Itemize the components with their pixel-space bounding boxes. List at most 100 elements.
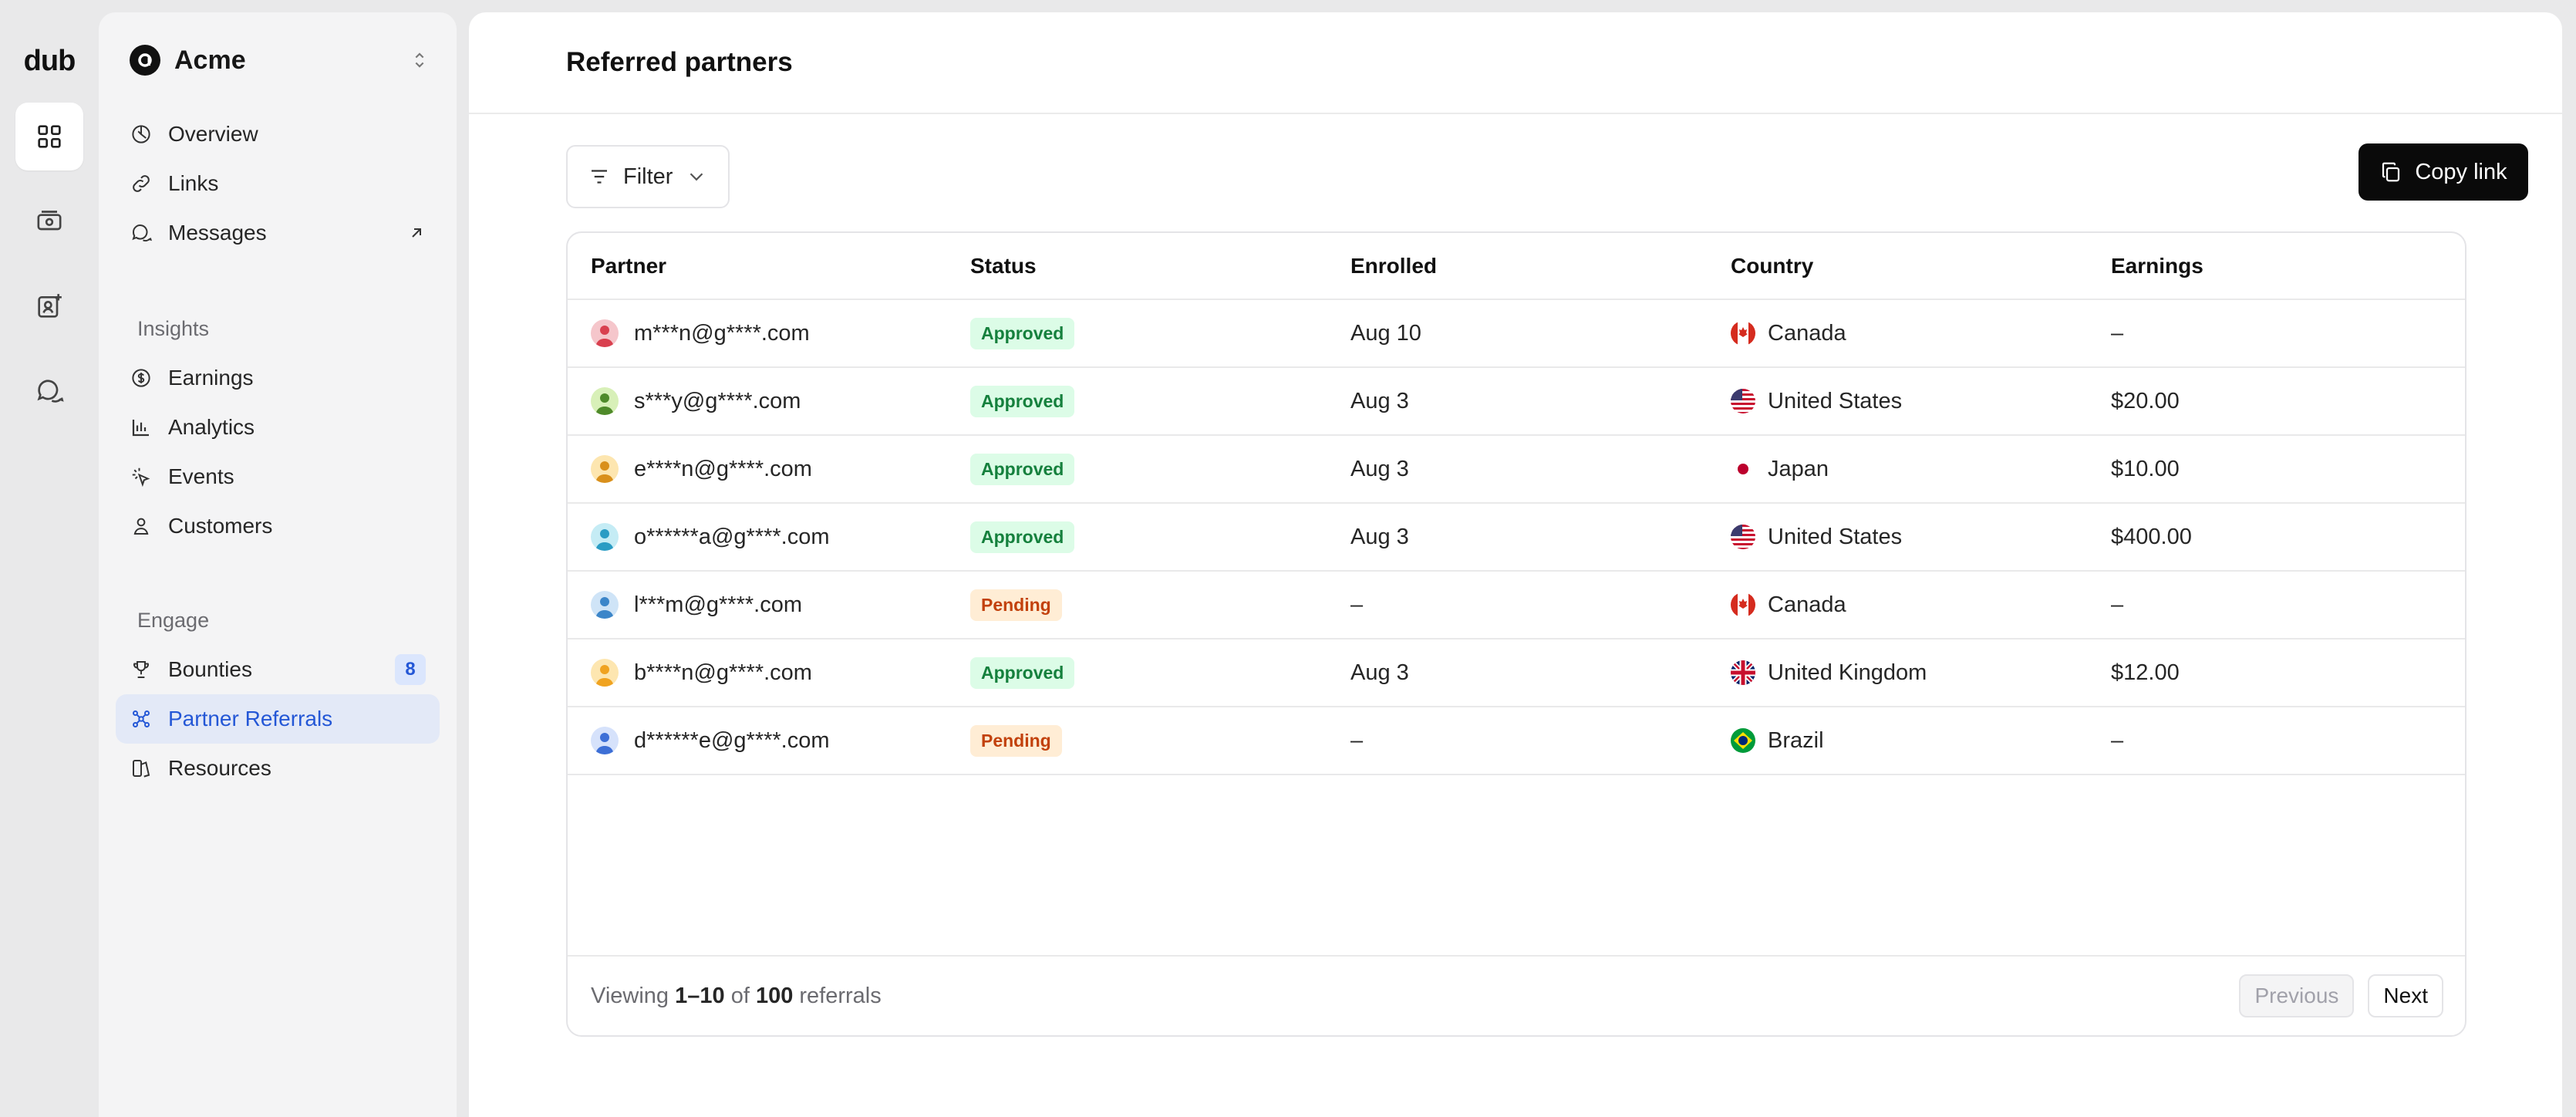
country-cell: United Kingdom [1708, 639, 2088, 707]
referrals-table-card: Partner Status Enrolled Country Earnings… [566, 231, 2466, 1037]
filter-button[interactable]: Filter [566, 145, 730, 208]
sidebar-item-bounties[interactable]: Bounties 8 [116, 645, 440, 694]
avatar [591, 523, 619, 551]
page-title: Referred partners [566, 47, 793, 77]
sidebar-engage-section: Engage Bounties 8 Partner Referrals Reso… [116, 596, 440, 793]
enrolled-cell: Aug 10 [1327, 299, 1708, 368]
network-icon [130, 707, 153, 731]
rail-money-button[interactable] [15, 187, 83, 255]
country-name: Canada [1768, 592, 1846, 617]
status-cell: Pending [947, 571, 1327, 639]
workspace-switcher[interactable]: Acme [130, 45, 430, 76]
chevron-up-down-icon [415, 52, 424, 68]
jp-flag-icon [1731, 457, 1755, 481]
previous-button[interactable]: Previous [2239, 974, 2355, 1017]
sidebar-insights-section: Insights Earnings Analytics Events Custo… [116, 304, 440, 551]
partner-email[interactable]: l***m@g****.com [634, 592, 802, 618]
copy-icon [2382, 162, 2400, 182]
sidebar-item-analytics[interactable]: Analytics [116, 403, 440, 452]
column-header-country[interactable]: Country [1708, 233, 2088, 300]
column-header-enrolled[interactable]: Enrolled [1327, 233, 1708, 300]
partner-cell: m***n@g****.com [568, 299, 947, 368]
enrolled-cell: Aug 3 [1327, 367, 1708, 436]
main-panel: Referred partners Filter Copy link Partn… [469, 12, 2562, 1117]
us-flag-icon [1731, 525, 1755, 549]
table-row[interactable]: l***m@g****.com Pending – Canada – [568, 571, 2465, 639]
earnings-cell: – [2088, 707, 2465, 775]
partner-cell: l***m@g****.com [568, 571, 947, 639]
avatar [591, 659, 619, 687]
partner-email[interactable]: o******a@g****.com [634, 525, 830, 550]
sidebar-item-label: Bounties [168, 657, 252, 681]
next-button[interactable]: Next [2368, 974, 2443, 1017]
sidebar-item-messages[interactable]: Messages [116, 208, 440, 258]
earnings-cell: – [2088, 299, 2465, 368]
chat-icon [37, 380, 64, 403]
referrals-table: Partner Status Enrolled Country Earnings… [568, 233, 2465, 775]
copy-link-button[interactable]: Copy link [2359, 143, 2528, 201]
status-cell: Approved [947, 503, 1327, 572]
country-cell: Brazil [1708, 707, 2088, 775]
earnings-cell: – [2088, 571, 2465, 639]
country-cell: Canada [1708, 571, 2088, 639]
status-badge: Approved [970, 385, 1075, 417]
status-badge: Approved [970, 317, 1075, 349]
table-row[interactable]: o******a@g****.com Approved Aug 3 United… [568, 503, 2465, 572]
sidebar-item-overview[interactable]: Overview [116, 110, 440, 159]
link-icon [130, 172, 153, 195]
avatar [591, 319, 619, 347]
country-cell: United States [1708, 367, 2088, 436]
rail-chat-button[interactable] [15, 357, 83, 425]
country-name: United States [1768, 388, 1903, 413]
sidebar-item-label: Events [168, 464, 234, 488]
pagination: Previous Next [2239, 974, 2443, 1017]
sidebar-item-partner-referrals[interactable]: Partner Referrals [116, 694, 440, 744]
viewing-range: 1–10 [675, 983, 725, 1008]
table-row[interactable]: s***y@g****.com Approved Aug 3 United St… [568, 367, 2465, 436]
partner-email[interactable]: e****n@g****.com [634, 457, 812, 482]
partner-email[interactable]: s***y@g****.com [634, 389, 801, 414]
sidebar-item-customers[interactable]: Customers [116, 501, 440, 551]
grid-icon [38, 125, 61, 148]
rail-user-plus-button[interactable] [15, 272, 83, 340]
status-cell: Approved [947, 639, 1327, 707]
column-header-earnings[interactable]: Earnings [2088, 233, 2465, 300]
table-row[interactable]: m***n@g****.com Approved Aug 10 Canada – [568, 299, 2465, 368]
resources-icon [130, 757, 153, 780]
sidebar-item-events[interactable]: Events [116, 452, 440, 501]
cursor-click-icon [130, 465, 153, 488]
enrolled-cell: Aug 3 [1327, 435, 1708, 504]
viewing-total: 100 [755, 983, 794, 1008]
earnings-cell: $12.00 [2088, 639, 2465, 707]
partner-cell: o******a@g****.com [568, 503, 947, 572]
sidebar-item-label: Overview [168, 122, 258, 146]
enrolled-cell: Aug 3 [1327, 639, 1708, 707]
filter-icon [592, 170, 607, 184]
dub-logo[interactable]: dub [24, 45, 76, 78]
country-name: United States [1768, 524, 1903, 549]
country-name: United Kingdom [1768, 660, 1927, 685]
country-cell: United States [1708, 503, 2088, 572]
viewing-suffix: referrals [799, 983, 882, 1008]
ca-flag-icon [1731, 592, 1755, 617]
sidebar-item-links[interactable]: Links [116, 159, 440, 208]
column-header-status[interactable]: Status [947, 233, 1327, 300]
partner-email[interactable]: d******e@g****.com [634, 728, 830, 754]
enrolled-cell: – [1327, 707, 1708, 775]
partner-cell: b****n@g****.com [568, 639, 947, 707]
rail-grid-button[interactable] [15, 103, 83, 170]
trophy-icon [130, 658, 153, 681]
copy-link-label: Copy link [2415, 159, 2507, 184]
earnings-cell: $10.00 [2088, 435, 2465, 504]
table-row[interactable]: d******e@g****.com Pending – Brazil – [568, 707, 2465, 775]
column-header-partner[interactable]: Partner [568, 233, 947, 300]
sidebar-item-resources[interactable]: Resources [116, 744, 440, 793]
sidebar-item-earnings[interactable]: Earnings [116, 353, 440, 403]
workspace-logo-icon [130, 45, 160, 76]
table-row[interactable]: e****n@g****.com Approved Aug 3 Japan $1… [568, 435, 2465, 504]
status-badge: Pending [970, 589, 1062, 621]
table-row[interactable]: b****n@g****.com Approved Aug 3 United K… [568, 639, 2465, 707]
partner-email[interactable]: b****n@g****.com [634, 660, 812, 686]
partner-email[interactable]: m***n@g****.com [634, 321, 810, 346]
avatar [591, 591, 619, 619]
